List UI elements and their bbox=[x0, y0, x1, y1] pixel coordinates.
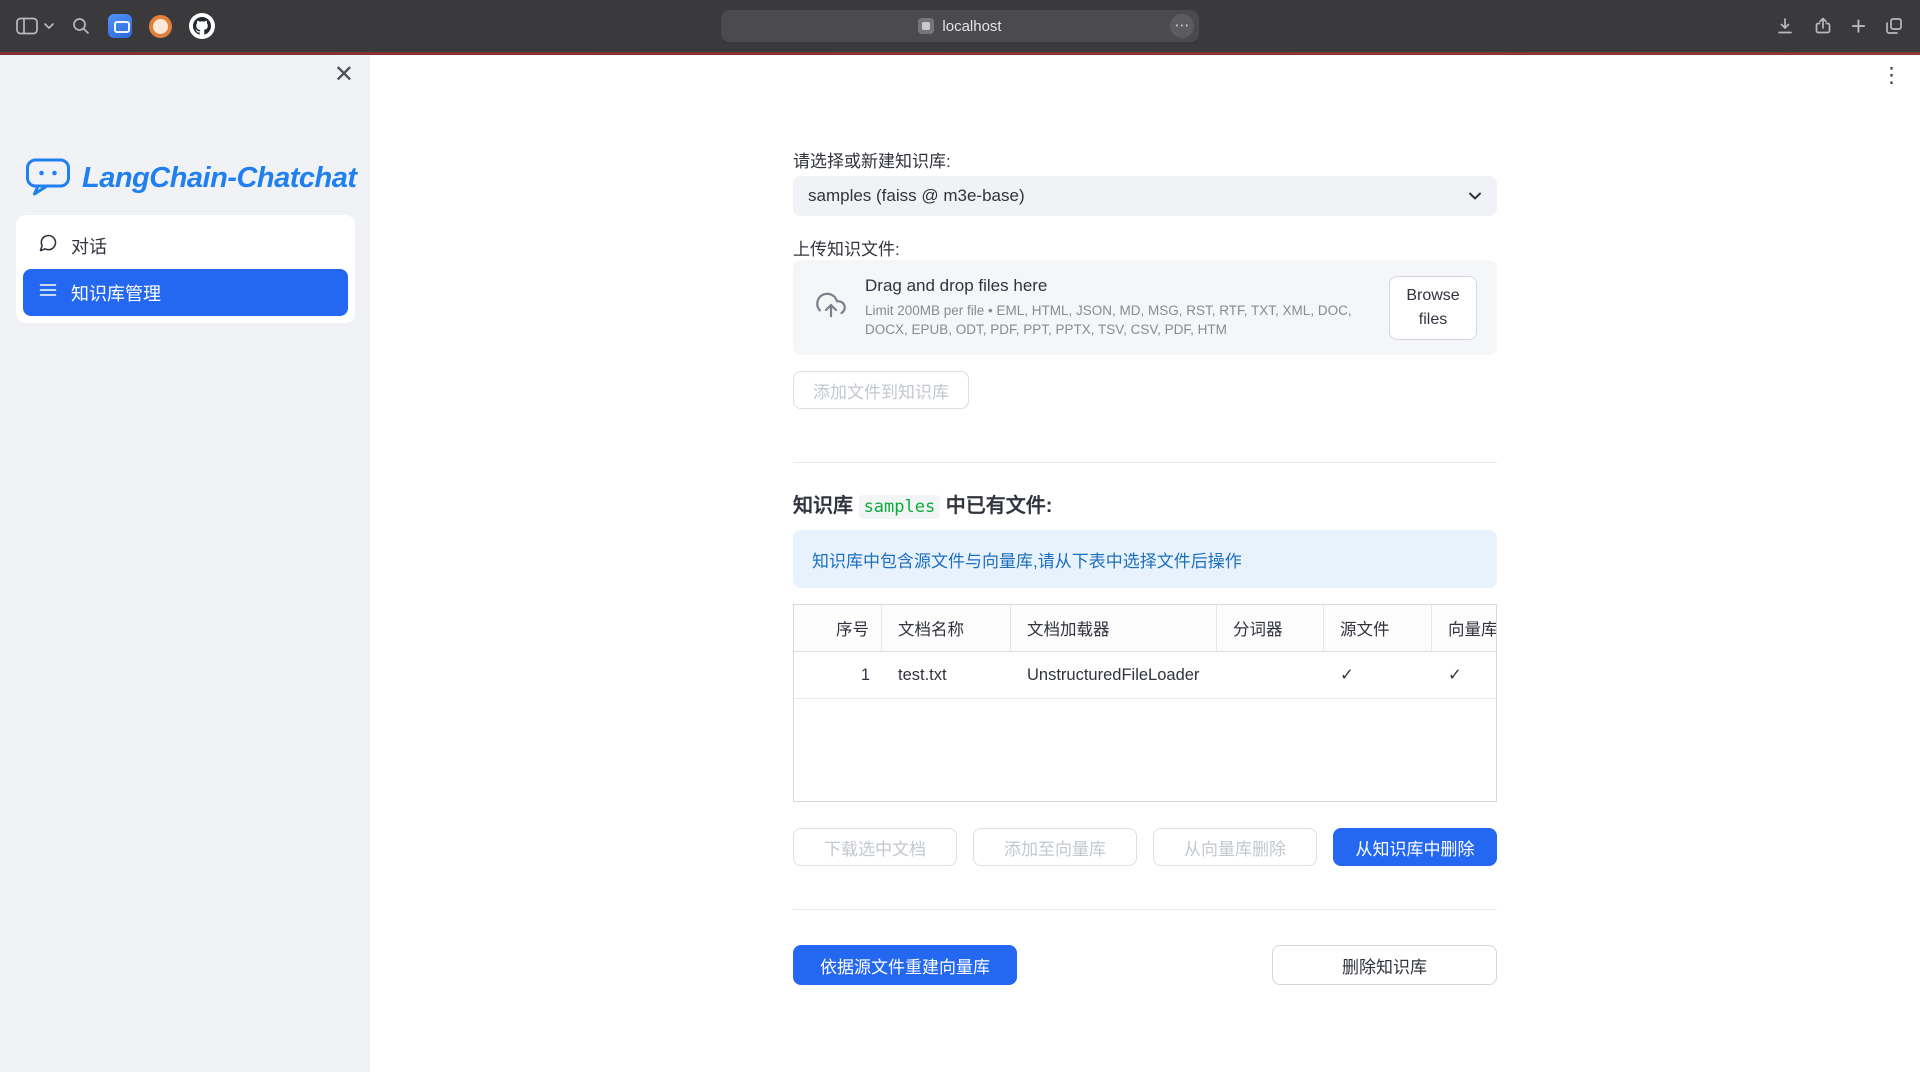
files-heading-prefix: 知识库 bbox=[793, 495, 859, 517]
delete-from-vectorstore-button[interactable]: 从向量库删除 bbox=[1153, 828, 1317, 866]
kb-select-label: 请选择或新建知识库: bbox=[793, 147, 1497, 172]
kb-management-buttons: 依据源文件重建向量库 删除知识库 bbox=[793, 945, 1497, 985]
sidebar-item-label: 知识库管理 bbox=[71, 280, 161, 306]
sidebar-toggle-icon bbox=[16, 17, 38, 35]
cloud-upload-icon bbox=[813, 290, 849, 325]
cell-splitter bbox=[1217, 652, 1324, 698]
knowledge-base-icon bbox=[38, 280, 58, 305]
chevron-down-icon bbox=[44, 23, 54, 30]
cell-loader: UnstructuredFileLoader bbox=[1011, 652, 1217, 698]
main-area: ⋮ 请选择或新建知识库: samples (faiss @ m3e-base) … bbox=[370, 55, 1920, 1080]
site-favicon bbox=[918, 18, 934, 34]
col-header-splitter: 分词器 bbox=[1217, 605, 1324, 651]
app-icon-blue[interactable] bbox=[108, 14, 132, 38]
app-logo: LangChain-Chatchat bbox=[24, 155, 357, 202]
sidebar-close-icon[interactable]: ✕ bbox=[334, 63, 354, 87]
info-banner: 知识库中包含源文件与向量库,请从下表中选择文件后操作 bbox=[793, 530, 1497, 588]
files-table: 序号 文档名称 文档加载器 分词器 源文件 向量库 1 test.txt Uns… bbox=[793, 604, 1497, 802]
col-header-loader: 文档加载器 bbox=[1011, 605, 1217, 651]
sidebar-item-knowledge-base[interactable]: 知识库管理 bbox=[23, 269, 348, 316]
file-action-buttons: 下载选中文档 添加至向量库 从向量库删除 从知识库中删除 bbox=[793, 828, 1497, 866]
kb-selected-value: samples (faiss @ m3e-base) bbox=[808, 186, 1025, 206]
files-heading-suffix: 中已有文件: bbox=[940, 495, 1052, 517]
col-header-source: 源文件 bbox=[1324, 605, 1432, 651]
content-column: 请选择或新建知识库: samples (faiss @ m3e-base) 上传… bbox=[793, 55, 1497, 1080]
col-header-name: 文档名称 bbox=[882, 605, 1011, 651]
sidebar-toggle-button[interactable] bbox=[16, 17, 54, 35]
sidebar-nav: 对话 知识库管理 bbox=[16, 215, 355, 323]
delete-from-kb-button[interactable]: 从知识库中删除 bbox=[1333, 828, 1497, 866]
url-text: localhost bbox=[942, 18, 1001, 35]
logo-text: LangChain-Chatchat bbox=[82, 162, 357, 195]
share-icon[interactable] bbox=[1813, 16, 1833, 36]
col-header-index: 序号 bbox=[794, 605, 882, 651]
divider bbox=[793, 909, 1497, 910]
file-dropzone[interactable]: Drag and drop files here Limit 200MB per… bbox=[793, 260, 1497, 355]
add-to-vectorstore-button[interactable]: 添加至向量库 bbox=[973, 828, 1137, 866]
rebuild-vectorstore-button[interactable]: 依据源文件重建向量库 bbox=[793, 945, 1017, 985]
dropzone-text: Drag and drop files here Limit 200MB per… bbox=[865, 276, 1385, 338]
github-icon[interactable] bbox=[189, 13, 215, 39]
cell-source-check: ✓ bbox=[1324, 652, 1432, 698]
add-files-button[interactable]: 添加文件到知识库 bbox=[793, 371, 969, 409]
app-icon-orange[interactable] bbox=[149, 15, 172, 38]
page-options-button[interactable]: ⋯ bbox=[1170, 14, 1194, 38]
info-text: 知识库中包含源文件与向量库,请从下表中选择文件后操作 bbox=[812, 547, 1242, 572]
select-chevron-down-icon bbox=[1468, 186, 1482, 206]
dropzone-limits: Limit 200MB per file • EML, HTML, JSON, … bbox=[865, 302, 1385, 338]
downloads-icon[interactable] bbox=[1775, 16, 1795, 36]
browse-files-button[interactable]: Browse files bbox=[1389, 276, 1477, 340]
browser-window: localhost ⋯ + ✕ bbox=[0, 0, 1920, 1080]
delete-kb-button[interactable]: 删除知识库 bbox=[1272, 945, 1497, 985]
col-header-vector: 向量库 bbox=[1432, 605, 1496, 651]
kb-selectbox[interactable]: samples (faiss @ m3e-base) bbox=[793, 176, 1497, 216]
logo-chat-icon bbox=[24, 155, 72, 202]
sidebar-item-dialogue[interactable]: 对话 bbox=[23, 222, 348, 269]
app-menu-icon[interactable]: ⋮ bbox=[1881, 63, 1902, 88]
kb-name-code: samples bbox=[859, 495, 941, 519]
chat-bubble-icon bbox=[38, 233, 58, 258]
dropzone-title: Drag and drop files here bbox=[865, 276, 1385, 296]
address-bar[interactable]: localhost ⋯ bbox=[721, 10, 1199, 42]
browser-toolbar: localhost ⋯ + bbox=[0, 0, 1920, 52]
files-heading: 知识库 samples 中已有文件: bbox=[793, 489, 1497, 518]
table-row[interactable]: 1 test.txt UnstructuredFileLoader ✓ ✓ bbox=[794, 652, 1496, 699]
download-selected-button[interactable]: 下载选中文档 bbox=[793, 828, 957, 866]
search-icon[interactable] bbox=[71, 16, 91, 36]
sidebar-item-label: 对话 bbox=[71, 233, 107, 259]
cell-name: test.txt bbox=[882, 652, 1011, 698]
cell-index: 1 bbox=[794, 652, 882, 698]
table-header-row: 序号 文档名称 文档加载器 分词器 源文件 向量库 bbox=[794, 605, 1496, 652]
divider bbox=[793, 462, 1497, 463]
tab-overview-icon[interactable] bbox=[1884, 16, 1904, 36]
new-tab-icon[interactable]: + bbox=[1851, 16, 1866, 36]
app-sidebar: ✕ LangChain-Chatchat 对话 bbox=[0, 55, 370, 1072]
upload-label: 上传知识文件: bbox=[793, 235, 1497, 260]
cell-vector-check: ✓ bbox=[1432, 652, 1496, 698]
